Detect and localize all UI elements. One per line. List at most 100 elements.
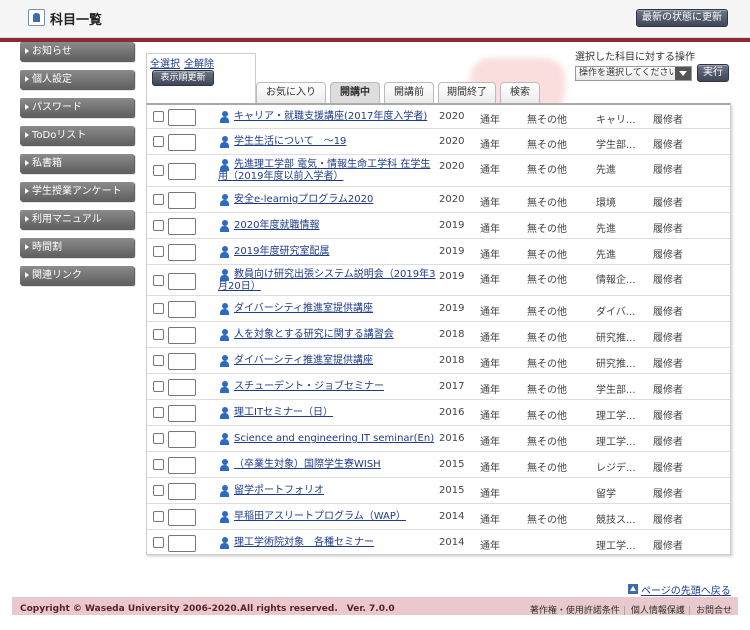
course-role: 履修者 [653, 198, 683, 209]
favorite-box[interactable] [168, 483, 196, 500]
sidebar-item-links[interactable]: 関連リンク [20, 266, 134, 285]
update-order-button[interactable]: 表示順更新 [152, 70, 214, 86]
course-link[interactable]: 教員向け研究出張システム説明会（2019年3月20日） [218, 269, 438, 293]
course-day: 無その他 [527, 515, 567, 526]
course-link[interactable]: 理工ITセミナー（日） [234, 407, 439, 419]
footer-link-copyright[interactable]: 著作権・使用許諾条件 [530, 606, 620, 616]
table-row: 安全e-learnigプログラム2020 2020 通年 無その他 環境 履修者 [147, 187, 730, 213]
sidebar-item-survey[interactable]: 学生授業アンケート [20, 182, 134, 201]
favorite-box[interactable] [168, 301, 196, 318]
favorite-box[interactable] [168, 535, 196, 552]
row-checkbox[interactable] [153, 485, 164, 496]
sidebar-item-todo[interactable]: ToDoリスト [20, 126, 134, 145]
favorite-box[interactable] [168, 163, 196, 180]
course-link[interactable]: 学生生活について ～19 [234, 136, 439, 148]
row-checkbox[interactable] [153, 407, 164, 418]
arrow-right-icon [25, 48, 29, 54]
favorite-box[interactable] [168, 327, 196, 344]
course-link[interactable]: 2019年度研究室配属 [234, 246, 439, 258]
tab-search[interactable]: 検索 [500, 82, 540, 103]
favorite-box[interactable] [168, 405, 196, 422]
row-checkbox[interactable] [153, 165, 164, 176]
sidebar-item-notices[interactable]: お知らせ [20, 42, 134, 61]
course-role: 履修者 [653, 489, 683, 500]
tab-upcoming[interactable]: 開講前 [384, 82, 434, 103]
course-year: 2016 [439, 433, 465, 444]
sidebar-item-password[interactable]: パスワード [20, 98, 134, 117]
favorite-box[interactable] [168, 353, 196, 370]
page-header: 科目一覧 最新の状態に更新 [0, 0, 750, 38]
operations-select[interactable]: 操作を選択してください [575, 66, 692, 81]
row-checkbox[interactable] [153, 355, 164, 366]
favorite-box[interactable] [168, 109, 196, 126]
tab-in-session[interactable]: 開講中 [330, 82, 380, 103]
back-to-top-link[interactable]: ページの先頭へ戻る [641, 582, 731, 597]
course-link[interactable]: 2020年度就職情報 [234, 220, 439, 232]
tab-favorites[interactable]: お気に入り [256, 82, 326, 103]
course-link[interactable]: ダイバーシティ推進室提供講座 [234, 303, 439, 315]
footer-separator: | [687, 606, 691, 616]
row-checkbox[interactable] [153, 303, 164, 314]
footer-link-contact[interactable]: お問合せ [696, 606, 732, 616]
row-checkbox[interactable] [153, 511, 164, 522]
course-link[interactable]: Science and engineering IT seminar(En) [234, 433, 439, 445]
course-department: 学生部... [596, 385, 636, 396]
row-checkbox[interactable] [153, 136, 164, 147]
course-year: 2019 [439, 303, 465, 314]
course-link[interactable]: 安全e-learnigプログラム2020 [234, 194, 439, 206]
row-checkbox[interactable] [153, 329, 164, 340]
refresh-button[interactable]: 最新の状態に更新 [636, 9, 728, 27]
favorite-box[interactable] [168, 273, 196, 290]
favorite-box[interactable] [168, 431, 196, 448]
favorite-box[interactable] [168, 379, 196, 396]
course-link[interactable]: 人を対象とする研究に関する講習会 [234, 329, 439, 341]
execute-button[interactable]: 実行 [697, 64, 729, 82]
course-day: 無その他 [527, 115, 567, 126]
course-term: 通年 [480, 275, 500, 286]
select-all-link[interactable]: 全選択 [150, 59, 180, 70]
favorite-box[interactable] [168, 457, 196, 474]
course-link[interactable]: 理工学術院対象 各種セミナー [234, 537, 439, 549]
sidebar-item-mailbox[interactable]: 私書箱 [20, 154, 134, 173]
course-day: 無その他 [527, 385, 567, 396]
course-link[interactable]: 先進理工学部 電気・情報生命工学科 在学生用（2019年度以前入学者） [218, 159, 438, 183]
deselect-all-link[interactable]: 全解除 [184, 59, 214, 70]
sidebar-item-timetable[interactable]: 時間割 [20, 238, 134, 257]
course-link[interactable]: キャリア・就職支援講座(2017年度入学者) [234, 111, 439, 123]
copyright-text: Copyright © Waseda University 2006-2020.… [20, 604, 395, 614]
course-link[interactable]: （卒業生対象）国際学生寮WISH [234, 459, 439, 471]
favorite-box[interactable] [168, 218, 196, 235]
favorite-box[interactable] [168, 244, 196, 261]
row-checkbox[interactable] [153, 275, 164, 286]
tab-ended[interactable]: 期間終了 [438, 82, 496, 103]
sidebar-item-manual[interactable]: 利用マニュアル [20, 210, 134, 229]
sidebar-item-personal-settings[interactable]: 個人設定 [20, 70, 134, 89]
row-checkbox[interactable] [153, 459, 164, 470]
row-checkbox[interactable] [153, 194, 164, 205]
course-term: 通年 [480, 140, 500, 151]
row-checkbox[interactable] [153, 381, 164, 392]
course-link[interactable]: 早稲田アスリートプログラム（WAP） [234, 511, 439, 523]
course-term: 通年 [480, 359, 500, 370]
favorite-box[interactable] [168, 509, 196, 526]
course-link[interactable]: ダイバーシティ推進室提供講座 [234, 355, 439, 367]
person-icon [219, 407, 230, 419]
table-row: スチューデント・ジョブセミナー 2017 通年 無その他 学生部... 履修者 [147, 374, 730, 400]
row-checkbox[interactable] [153, 537, 164, 548]
footer-link-privacy[interactable]: 個人情報保護 [631, 606, 685, 616]
row-checkbox[interactable] [153, 246, 164, 257]
row-checkbox[interactable] [153, 433, 164, 444]
row-checkbox[interactable] [153, 111, 164, 122]
table-row: 学生生活について ～19 2020 通年 無その他 学生部... 履修者 [147, 129, 730, 155]
course-term: 通年 [480, 385, 500, 396]
favorite-box[interactable] [168, 134, 196, 151]
course-link[interactable]: 留学ポートフォリオ [234, 485, 439, 497]
course-link[interactable]: スチューデント・ジョブセミナー [234, 381, 439, 393]
row-checkbox[interactable] [153, 220, 164, 231]
favorite-box[interactable] [168, 192, 196, 209]
person-icon [219, 220, 230, 232]
course-day: 無その他 [527, 198, 567, 209]
course-day: 無その他 [527, 411, 567, 422]
sidebar-item-label: 時間割 [32, 242, 62, 253]
course-department: 理工学... [596, 411, 636, 422]
